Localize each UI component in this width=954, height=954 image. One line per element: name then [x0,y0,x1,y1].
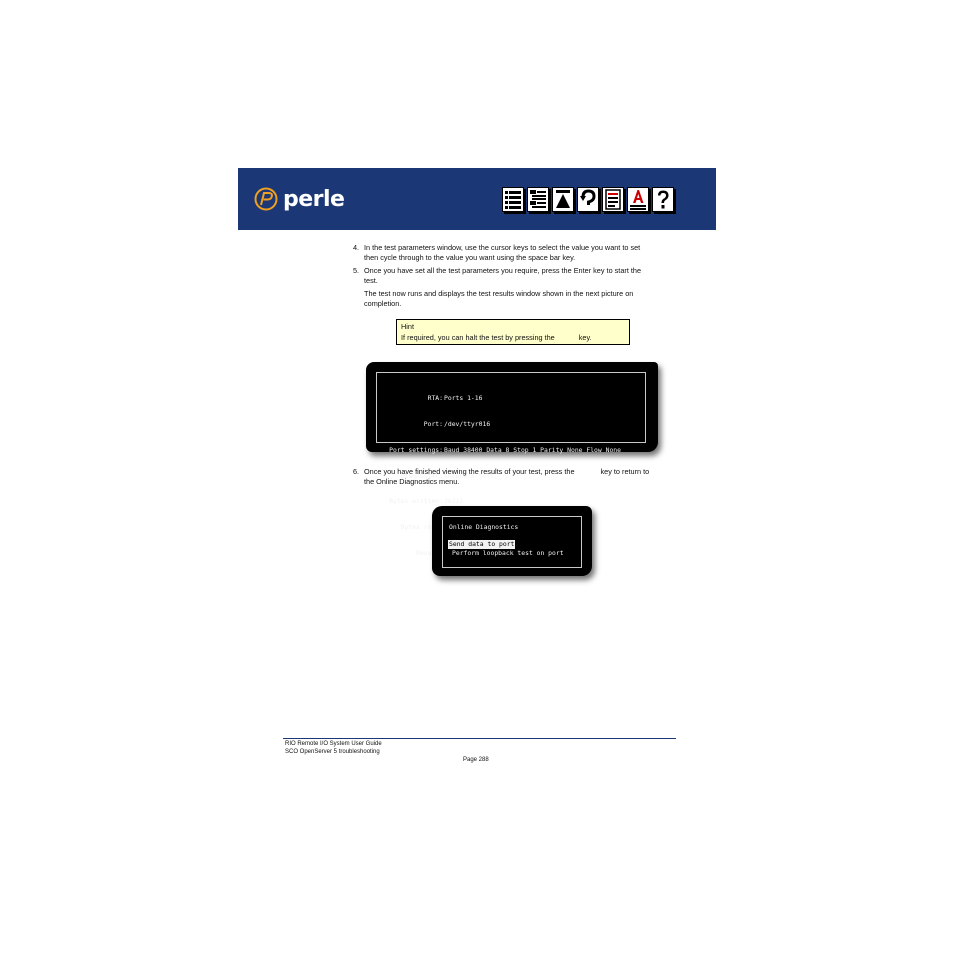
hint-text-before: If required, you can halt the test by pr… [401,333,555,342]
glossary-icon[interactable] [627,187,649,212]
step-4: 4. In the test parameters window, use th… [353,243,673,263]
online-diagnostics-screenshot: Online Diagnostics Send data to port Per… [432,506,592,576]
hint-title: Hint [401,322,414,331]
back-icon[interactable] [577,187,599,212]
result-value-rta: Ports 1-16 [444,394,483,403]
paragraph-line: The test now runs and displays the test … [364,289,634,298]
step-text-line: then cycle through to the value you want… [364,253,576,262]
index-icon[interactable] [527,187,549,212]
hint-box: Hint If required, you can halt the test … [396,319,630,345]
footer-divider [283,738,676,739]
step-number: 6. [353,467,360,476]
menu-title: Online Diagnostics [449,523,519,531]
step-text-line: Once you have set all the test parameter… [364,266,642,275]
result-value-bytes-written: 36312 [444,497,464,506]
step-text-before: Once you have finished viewing the resul… [364,467,575,476]
footer-guide-title: RIO Remote I/O System User Guide [285,741,382,747]
result-label-rta: RTA: [427,394,443,403]
online-diagnostics-window: Online Diagnostics Send data to port Per… [442,516,582,568]
perle-logo-icon [254,187,278,211]
step-number: 4. [353,243,360,252]
brand-name: perle [283,186,345,212]
paragraph-line: completion. [364,299,402,308]
page-number: Page 288 [463,757,489,763]
step-number: 5. [353,266,360,275]
hint-text: If required, you can halt the test by pr… [401,333,592,342]
footer-section-title: SCO OpenServer 5 troubleshooting [285,749,380,755]
menu-item-loopback-test[interactable]: Perform loopback test on port [452,549,564,558]
header-banner: perle [238,168,716,230]
result-value-port-settings: Baud 38400 Data 8 Stop 1 Parity None Flo… [444,445,621,454]
step-text-line: test. [364,276,378,285]
top-icon[interactable] [552,187,574,212]
result-label-port: Port: [423,419,443,428]
result-value-port: /dev/ttyr016 [444,419,491,428]
step-text-line: the Online Diagnostics menu. [364,477,460,486]
perle-logo[interactable]: perle [254,184,345,214]
step-text-line: In the test parameters window, use the c… [364,243,641,252]
hint-text-after: key. [578,333,592,342]
step-text-after: key to return to [600,467,650,476]
next-page-icon[interactable] [602,187,624,212]
test-results-screenshot: RTA: Port: Port settings: Diagnostic: By… [366,362,658,557]
navigation-toolbar [502,187,676,212]
step-5: 5. Once you have set all the test parame… [353,266,673,286]
results-paragraph: The test now runs and displays the test … [353,289,673,309]
test-results-window: RTA: Port: Port settings: Diagnostic: By… [376,372,646,557]
contents-icon[interactable] [502,187,524,212]
result-label-port-settings: Port settings: [389,445,443,454]
result-label-bytes-written: Bytes written: [389,497,443,506]
step-6: 6. Once you have finished viewing the re… [353,467,673,487]
menu-item-send-data[interactable]: Send data to port [448,540,516,549]
step-text-line: Once you have finished viewing the resul… [364,467,649,477]
help-icon[interactable] [652,187,674,212]
